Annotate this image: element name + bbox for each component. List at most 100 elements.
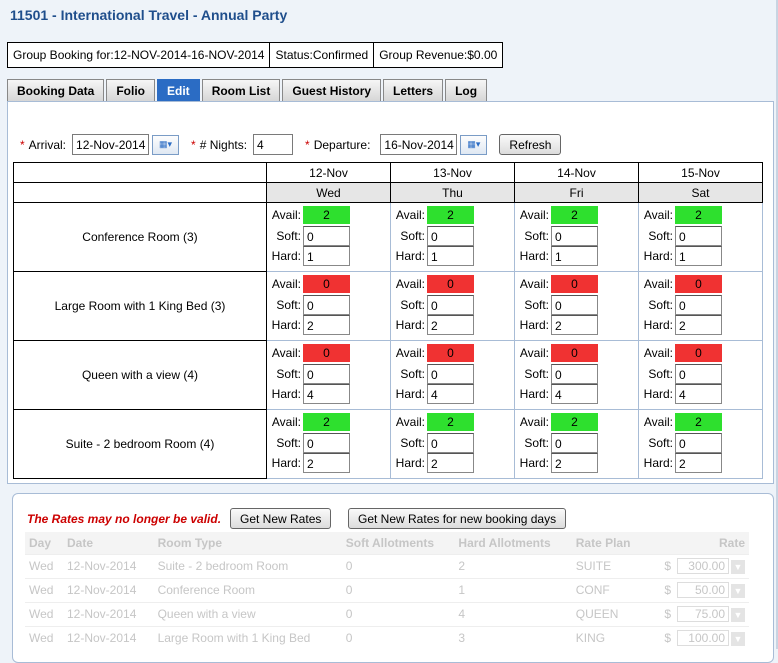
tab-room-list[interactable]: Room List	[201, 79, 281, 101]
arrival-date-input[interactable]: 12-Nov-2014	[72, 134, 150, 155]
hard-allotment-input[interactable]: 2	[303, 315, 350, 336]
refresh-button[interactable]: Refresh	[499, 134, 562, 155]
hard-allotment-input[interactable]: 4	[427, 384, 474, 405]
tab-log[interactable]: Log	[445, 79, 488, 101]
rate-dropdown-icon[interactable]: ▼	[731, 607, 745, 622]
rates-cell-hard: 3	[454, 625, 572, 650]
hard-allotment-input[interactable]: 1	[427, 246, 474, 267]
soft-allotment-input[interactable]: 0	[675, 363, 722, 384]
rates-cell-plan: QUEEN	[571, 601, 646, 626]
departure-calendar-button[interactable]: ▦▾	[460, 134, 488, 155]
hard-allotment-input[interactable]: 2	[551, 315, 598, 336]
tab-booking-data[interactable]: Booking Data	[7, 79, 105, 101]
field-label: Soft:	[648, 435, 673, 450]
departure-date-input[interactable]: 16-Nov-2014	[380, 134, 458, 155]
field-label: Hard:	[643, 318, 673, 333]
date-header: 14-Nov	[514, 162, 639, 183]
day-header: Sat	[638, 182, 763, 203]
soft-allotment-input[interactable]: 0	[675, 294, 722, 315]
hard-allotment-input[interactable]: 4	[551, 384, 598, 405]
rate-dropdown-icon[interactable]: ▼	[731, 583, 745, 598]
field-label: Avail:	[271, 208, 301, 223]
tab-edit[interactable]: Edit	[157, 79, 200, 102]
rates-table: Day Date Room Type Soft Allotments Hard Allo…	[25, 532, 749, 650]
booking-summary-bar: Group Booking for:12-NOV-2014-16-NOV-201…	[7, 42, 504, 68]
field-label: Hard:	[643, 249, 673, 264]
date-selector: * Arrival: 12-Nov-2014 ▦▾ * # Nights: 4 …	[20, 134, 562, 155]
rates-column-header: Rate Plan	[571, 532, 646, 554]
arrival-calendar-button[interactable]: ▦▾	[152, 134, 180, 155]
rate-input[interactable]: 75.00	[677, 606, 729, 622]
soft-allotment-input[interactable]: 0	[427, 225, 474, 246]
soft-allotment-input[interactable]: 0	[303, 294, 350, 315]
soft-allotment-input[interactable]: 0	[675, 225, 722, 246]
soft-allotment-input[interactable]: 0	[303, 225, 350, 246]
hard-allotment-input[interactable]: 1	[551, 246, 598, 267]
availability-badge: 2	[427, 206, 474, 225]
soft-allotment-input[interactable]: 0	[551, 363, 598, 384]
hard-allotment-input[interactable]: 2	[427, 315, 474, 336]
availability-badge: 0	[675, 344, 722, 363]
rates-column-header: Day	[25, 532, 63, 554]
allotment-cell: Avail: 2 Soft: 0 Hard: 1	[390, 202, 515, 272]
allotment-cell: Avail: 2 Soft: 0 Hard: 1	[514, 202, 639, 272]
calendar-icon: ▦▾	[159, 139, 173, 149]
rates-cell-soft: 0	[341, 577, 455, 602]
field-label: Soft:	[276, 228, 301, 243]
soft-allotment-input[interactable]: 0	[427, 294, 474, 315]
soft-allotment-input[interactable]: 0	[303, 363, 350, 384]
rates-cell-date: 12-Nov-2014	[63, 577, 154, 602]
get-new-rates-days-button[interactable]: Get New Rates for new booking days	[348, 508, 567, 529]
field-label: Hard:	[271, 387, 301, 402]
availability-badge: 0	[551, 275, 598, 294]
nights-input[interactable]: 4	[253, 134, 294, 155]
hard-allotment-input[interactable]: 2	[551, 453, 598, 474]
hard-allotment-input[interactable]: 4	[303, 384, 350, 405]
date-header: 15-Nov	[638, 162, 763, 183]
hard-allotment-input[interactable]: 1	[303, 246, 350, 267]
rate-dropdown-icon[interactable]: ▼	[731, 632, 745, 647]
rate-dropdown-icon[interactable]: ▼	[731, 559, 745, 574]
soft-allotment-input[interactable]: 0	[427, 363, 474, 384]
get-new-rates-button[interactable]: Get New Rates	[230, 508, 332, 529]
rates-cell-hard: 1	[454, 577, 572, 602]
soft-allotment-input[interactable]: 0	[427, 432, 474, 453]
field-label: Hard:	[643, 387, 673, 402]
status-badge: Status:Confirmed	[270, 43, 375, 67]
field-label: Hard:	[271, 318, 301, 333]
rate-input[interactable]: 100.00	[677, 630, 729, 647]
field-label: Avail:	[519, 346, 549, 361]
tab-folio[interactable]: Folio	[106, 79, 156, 101]
soft-allotment-input[interactable]: 0	[675, 432, 722, 453]
tab-guest-history[interactable]: Guest History	[282, 79, 382, 101]
nights-label: # Nights:	[199, 137, 248, 152]
hard-allotment-input[interactable]: 2	[427, 453, 474, 474]
rate-input[interactable]: 300.00	[677, 558, 729, 574]
availability-badge: 0	[675, 275, 722, 294]
hard-allotment-input[interactable]: 2	[303, 453, 350, 474]
rate-input[interactable]: 50.00	[677, 582, 729, 598]
rates-cell-day: Wed	[25, 601, 63, 626]
rates-column-header: Soft Allotments	[341, 532, 455, 554]
hard-allotment-input[interactable]: 4	[675, 384, 722, 405]
hard-allotment-input[interactable]: 1	[675, 246, 722, 267]
soft-allotment-input[interactable]: 0	[551, 432, 598, 453]
rates-warning: The Rates may no longer be valid.	[27, 512, 222, 526]
day-header: Fri	[514, 182, 639, 203]
rates-column-header: Room Type	[153, 532, 342, 554]
availability-badge: 0	[303, 275, 350, 294]
soft-allotment-input[interactable]: 0	[303, 432, 350, 453]
rates-cell-room: Suite - 2 bedroom Room	[153, 553, 342, 578]
tab-letters[interactable]: Letters	[383, 79, 444, 101]
availability-badge: 2	[303, 413, 350, 432]
availability-badge: 2	[427, 413, 474, 432]
allotment-cell: Avail: 0 Soft: 0 Hard: 2	[638, 271, 763, 341]
day-header: Thu	[390, 182, 515, 203]
edit-panel: * Arrival: 12-Nov-2014 ▦▾ * # Nights: 4 …	[7, 101, 774, 484]
field-label: Avail:	[643, 346, 673, 361]
soft-allotment-input[interactable]: 0	[551, 294, 598, 315]
hard-allotment-input[interactable]: 2	[675, 315, 722, 336]
hard-allotment-input[interactable]: 2	[675, 453, 722, 474]
soft-allotment-input[interactable]: 0	[551, 225, 598, 246]
availability-badge: 0	[427, 344, 474, 363]
